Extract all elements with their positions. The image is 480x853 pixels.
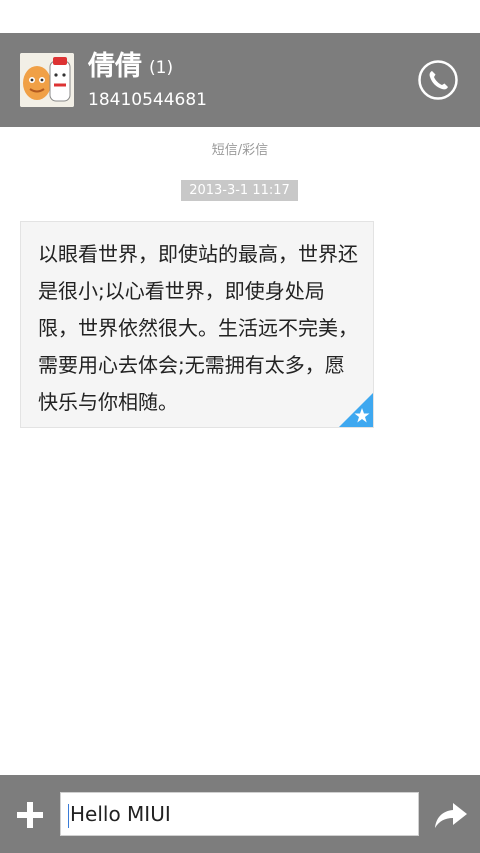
add-attachment-button[interactable] [15, 800, 45, 830]
message-input[interactable]: Hello MIUI [60, 792, 419, 836]
star-icon [339, 393, 373, 427]
message-text: 以眼看世界，即使站的最高，世界还是很小;以心看世界，即使身处局限，世界依然很大。… [38, 242, 358, 414]
send-arrow-icon [435, 803, 467, 828]
message-input-value: Hello MIUI [70, 802, 171, 826]
conversation-header: 倩倩 (1) 18410544681 [0, 33, 480, 127]
contact-number: 18410544681 [88, 90, 207, 110]
phone-icon [418, 60, 458, 100]
text-cursor [68, 803, 69, 828]
avatar[interactable] [20, 53, 74, 107]
message-bubble[interactable]: 以眼看世界，即使站的最高，世界还是很小;以心看世界，即使身处局限，世界依然很大。… [20, 221, 374, 428]
unread-count: (1) [149, 58, 174, 78]
message-timestamp: 2013-3-1 11:17 [181, 180, 298, 201]
send-button[interactable] [433, 797, 469, 833]
contact-name: 倩倩 [88, 51, 142, 82]
plus-icon [17, 802, 43, 828]
composer-bar: Hello MIUI [0, 775, 480, 853]
message-type-label: 短信/彩信 [211, 143, 269, 158]
call-button[interactable] [418, 60, 458, 100]
status-bar [0, 0, 480, 33]
